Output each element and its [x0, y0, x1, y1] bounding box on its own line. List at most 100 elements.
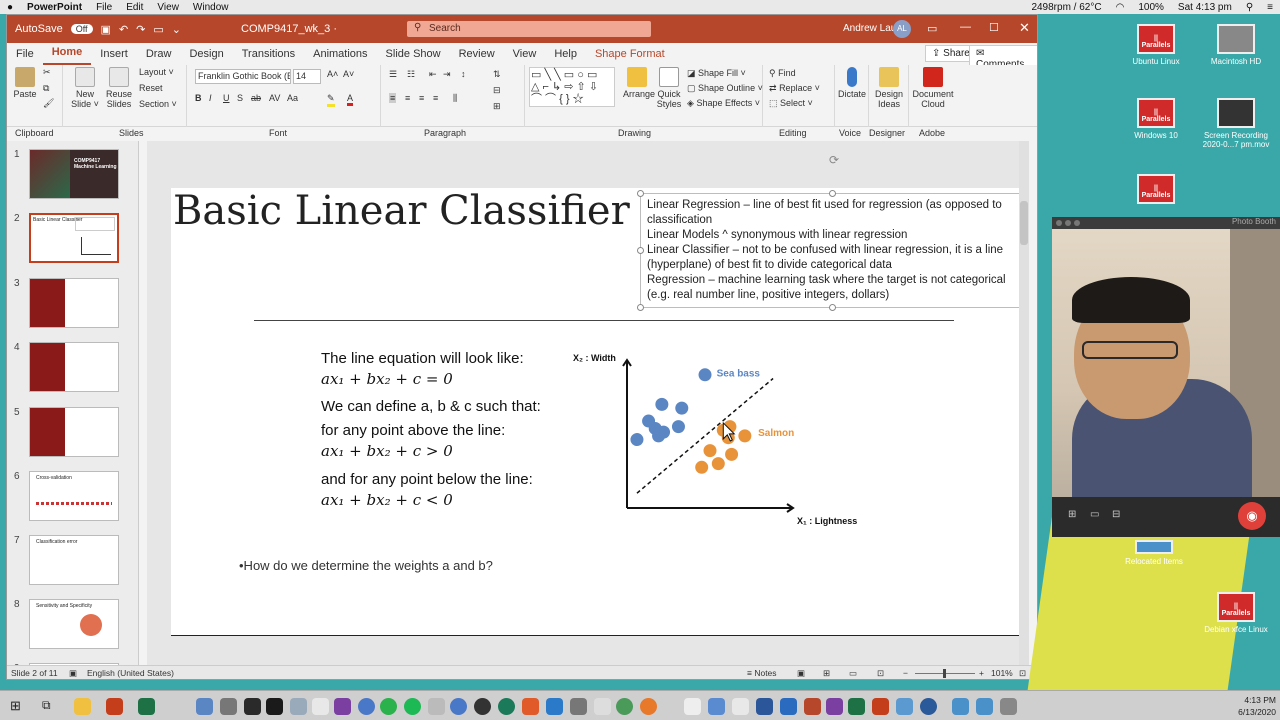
finder-taskbar-icon[interactable]: [196, 698, 213, 715]
slide-sorter-icon[interactable]: ⊞: [823, 668, 830, 679]
tab-slide-show[interactable]: Slide Show: [377, 48, 450, 65]
tab-file[interactable]: File: [7, 48, 43, 65]
font-family-select[interactable]: Franklin Gothic Book (B: [195, 69, 291, 84]
activity-monitor-icon[interactable]: [244, 698, 261, 715]
windows-start-icon[interactable]: ⊞: [10, 698, 21, 714]
columns-icon[interactable]: ⫼: [453, 93, 457, 104]
find-button[interactable]: ⚲ Find: [769, 68, 796, 79]
text-direction-icon[interactable]: ⇅: [493, 69, 501, 80]
document-icon[interactable]: [732, 698, 749, 715]
powerpoint-taskbar-icon[interactable]: [106, 698, 123, 715]
slide-thumbnail-7[interactable]: Classification error: [29, 535, 119, 585]
scrollbar-thumb[interactable]: [1020, 201, 1028, 245]
dictate-button[interactable]: Dictate: [838, 67, 866, 99]
search-input[interactable]: ⚲ Search: [407, 21, 651, 37]
brave-browser-icon[interactable]: [522, 698, 539, 715]
slide[interactable]: Basic Linear Classifier Linear Regressio…: [171, 188, 1025, 636]
menu-app-name[interactable]: PowerPoint: [27, 2, 82, 13]
notes-button[interactable]: ≡ Notes: [747, 668, 777, 678]
notes-textbox[interactable]: Linear Regression – line of best fit use…: [637, 190, 1025, 311]
shape-fill-button[interactable]: ◪ Shape Fill ˅: [687, 68, 746, 79]
maximize-icon[interactable]: ☐: [989, 21, 999, 34]
spacing-button[interactable]: AV: [269, 93, 280, 103]
slide-thumbnail-1[interactable]: COMP9417 Machine Learning: [29, 149, 119, 199]
desktop-icon-debian[interactable]: || Parallels Debian xfce Linux: [1196, 592, 1276, 634]
line-spacing-icon[interactable]: ↕: [461, 69, 466, 79]
desktop-icon-screen-recording[interactable]: Screen Recording 2020-0...7 pm.mov: [1196, 98, 1276, 149]
desktop-icon-macintosh-hd[interactable]: Macintosh HD: [1196, 24, 1276, 66]
justify-icon[interactable]: ≡: [433, 93, 438, 103]
taskbar-time[interactable]: 4:13 PM: [1212, 695, 1276, 705]
task-view-icon[interactable]: ⧉: [42, 698, 51, 713]
rotate-handle-icon[interactable]: ⟳: [829, 153, 839, 167]
downloads-icon[interactable]: [976, 698, 993, 715]
grow-font-button[interactable]: A˄: [327, 69, 338, 79]
scatter-chart[interactable]: X₂ : Width X₁ : Lightness Sea bass Salmon: [571, 348, 881, 528]
paste-button[interactable]: Paste: [13, 67, 37, 99]
desktop-icon-relocated-items[interactable]: Relocated Items: [1114, 540, 1194, 566]
menu-view[interactable]: View: [157, 2, 179, 13]
shape-outline-button[interactable]: ▢ Shape Outline ˅: [687, 83, 763, 94]
select-button[interactable]: ⬚ Select ˅: [769, 98, 813, 109]
smartart-icon[interactable]: ⊞: [493, 101, 501, 112]
tab-insert[interactable]: Insert: [91, 48, 137, 65]
mail-icon[interactable]: [708, 698, 725, 715]
document-cloud-button[interactable]: Document Cloud: [911, 67, 955, 109]
firefox-icon[interactable]: [640, 698, 657, 715]
onenote-icon[interactable]: [334, 698, 351, 715]
desktop-icon-windows10[interactable]: || Parallels Windows 10: [1116, 98, 1196, 140]
terminal-icon[interactable]: [266, 698, 283, 715]
shrink-font-button[interactable]: A˅: [343, 69, 354, 79]
menu-window[interactable]: Window: [193, 2, 229, 13]
folder-dock-icon[interactable]: [952, 698, 969, 715]
tab-view[interactable]: View: [504, 48, 546, 65]
line-equation[interactable]: ax₁ + bx₂ + c = 0: [321, 370, 453, 388]
bullets-icon[interactable]: ☰: [389, 69, 397, 80]
align-text-icon[interactable]: ⊟: [493, 85, 501, 96]
close-icon[interactable]: ✕: [1019, 20, 1030, 36]
cut-icon[interactable]: ✂: [43, 67, 51, 78]
bold-button[interactable]: B: [195, 93, 202, 103]
slide-title[interactable]: Basic Linear Classifier: [173, 188, 630, 234]
reuse-slides-button[interactable]: Reuse Slides: [105, 67, 133, 109]
user-avatar[interactable]: AL: [893, 20, 911, 38]
file-explorer-icon[interactable]: [74, 698, 91, 715]
video-layout-icon[interactable]: ⊟: [1112, 509, 1120, 520]
tab-transitions[interactable]: Transitions: [233, 48, 304, 65]
onenote-dock-icon[interactable]: [826, 698, 843, 715]
normal-view-icon[interactable]: ▣: [797, 668, 805, 679]
define-weights-text[interactable]: We can define a, b & c such that:: [321, 398, 541, 415]
slide-thumbnail-3[interactable]: [29, 278, 119, 328]
slide-thumbnail-4[interactable]: [29, 342, 119, 392]
align-center-icon[interactable]: ≡: [405, 93, 410, 103]
present-icon[interactable]: ▭: [153, 23, 163, 36]
edge-icon[interactable]: [920, 698, 937, 715]
reset-button[interactable]: Reset: [139, 83, 163, 93]
spellcheck-icon[interactable]: ▣: [69, 668, 77, 679]
excel-taskbar-icon[interactable]: [138, 698, 155, 715]
slide-thumbnail-2[interactable]: Basic Linear Classifier: [29, 213, 119, 263]
zoom-slider[interactable]: [915, 669, 975, 678]
camera-capture-button[interactable]: ◉: [1238, 502, 1266, 530]
customize-icon[interactable]: ⌄: [172, 23, 181, 36]
quick-styles-button[interactable]: Quick Styles: [655, 67, 683, 109]
vscode-icon[interactable]: [546, 698, 563, 715]
below-line-inequality[interactable]: ax₁ + bx₂ + c < 0: [321, 491, 453, 509]
underline-button[interactable]: U: [223, 93, 230, 103]
above-line-inequality[interactable]: ax₁ + bx₂ + c > 0: [321, 442, 453, 460]
resize-handle[interactable]: [637, 190, 644, 197]
tab-animations[interactable]: Animations: [304, 48, 376, 65]
textedit-icon[interactable]: [594, 698, 611, 715]
language-status[interactable]: English (United States): [87, 668, 174, 678]
desktop-icon-parallels[interactable]: || Parallels: [1116, 174, 1196, 207]
single-layout-icon[interactable]: ▭: [1090, 509, 1099, 520]
spotlight-icon[interactable]: ⚲: [1246, 2, 1253, 13]
arrange-button[interactable]: Arrange: [623, 67, 655, 99]
zoom-in-icon[interactable]: +: [979, 668, 984, 678]
design-ideas-button[interactable]: Design Ideas: [873, 67, 905, 109]
acrobat-icon[interactable]: [872, 698, 889, 715]
format-painter-icon[interactable]: 🖌: [43, 98, 54, 109]
apple-icon[interactable]: ●: [7, 2, 13, 13]
menu-edit[interactable]: Edit: [126, 2, 143, 13]
preview-icon[interactable]: [290, 698, 307, 715]
